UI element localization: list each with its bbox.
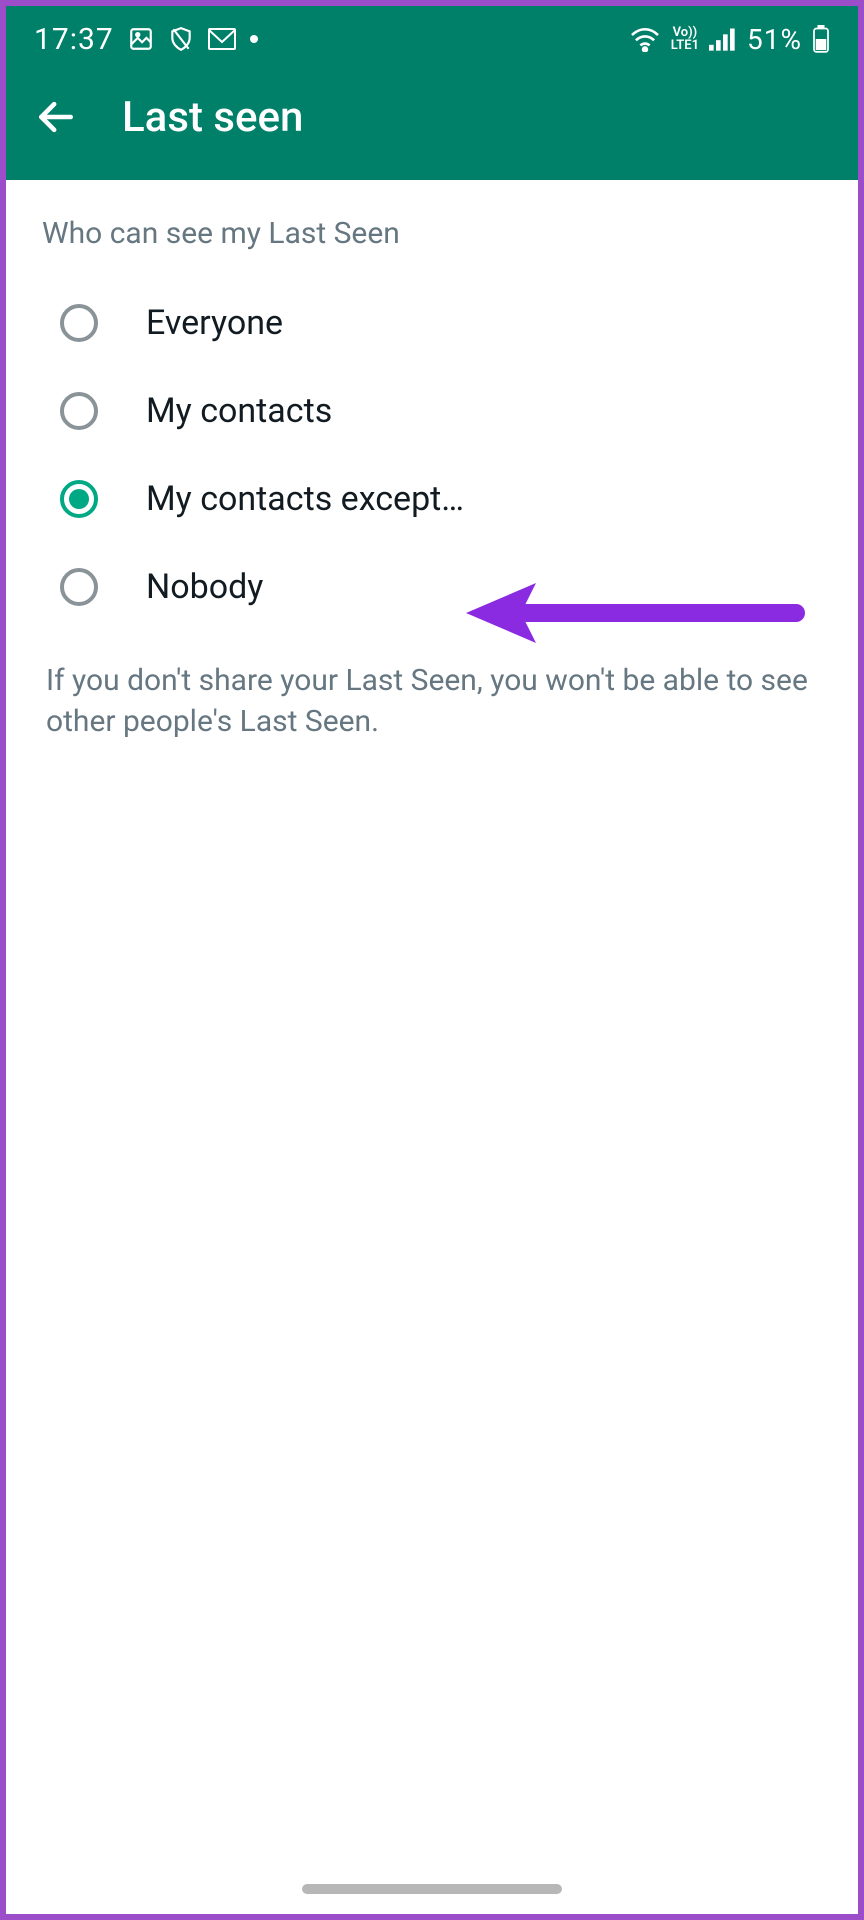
radio-icon [60, 568, 98, 606]
status-right-cluster: Vo)) LTE1 51% [629, 23, 830, 56]
footer-note: If you don't share your Last Seen, you w… [42, 661, 822, 742]
option-my-contacts-except[interactable]: My contacts except… [42, 455, 822, 543]
option-everyone[interactable]: Everyone [42, 279, 822, 367]
battery-icon [812, 25, 830, 53]
option-nobody[interactable]: Nobody [42, 543, 822, 631]
options-list: Everyone My contacts My contacts except…… [42, 279, 822, 631]
option-my-contacts[interactable]: My contacts [42, 367, 822, 455]
app-bar: Last seen [6, 70, 858, 180]
shield-off-icon [168, 26, 194, 52]
section-title: Who can see my Last Seen [42, 216, 822, 251]
status-left-cluster: 17:37 [34, 22, 258, 57]
more-notifications-dot-icon [250, 35, 258, 43]
option-label: My contacts [146, 391, 332, 431]
image-icon [128, 26, 154, 52]
volte-indicator-icon: Vo)) LTE1 [671, 26, 699, 52]
battery-percentage: 51% [747, 23, 802, 56]
wifi-icon [629, 26, 661, 52]
option-label: Everyone [146, 303, 283, 343]
content-area: Who can see my Last Seen Everyone My con… [6, 180, 858, 742]
arrow-left-icon [34, 95, 78, 139]
top-bar: 17:37 [6, 6, 858, 180]
option-label: Nobody [146, 567, 263, 607]
signal-icon [709, 27, 737, 51]
device-frame: 17:37 [0, 0, 864, 1920]
gmail-icon [208, 28, 236, 50]
page-title: Last seen [122, 93, 303, 142]
radio-icon [60, 392, 98, 430]
radio-icon [60, 304, 98, 342]
radio-icon [60, 480, 98, 518]
status-bar: 17:37 [6, 6, 858, 70]
home-indicator[interactable] [302, 1884, 562, 1894]
status-time: 17:37 [34, 22, 114, 57]
back-button[interactable] [30, 91, 82, 143]
option-label: My contacts except… [146, 479, 464, 519]
